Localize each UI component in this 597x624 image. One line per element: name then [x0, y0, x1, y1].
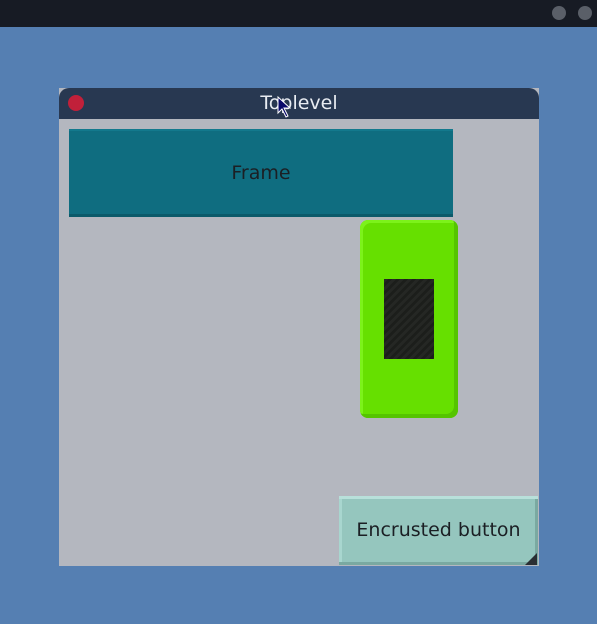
desktop: Toplevel Frame Encrusted button: [0, 0, 597, 624]
status-dot-icon[interactable]: [552, 6, 566, 20]
frame-container: Frame: [69, 129, 453, 217]
resize-grip-icon[interactable]: [525, 553, 537, 565]
frame-label: Frame: [231, 162, 291, 184]
system-topbar: [0, 0, 597, 27]
window-title: Toplevel: [260, 92, 338, 114]
status-dot-icon[interactable]: [578, 6, 592, 20]
dark-inner-box: [384, 279, 434, 359]
encrusted-button-label: Encrusted button: [356, 519, 521, 541]
encrusted-button[interactable]: Encrusted button: [339, 496, 538, 565]
window-titlebar[interactable]: Toplevel: [59, 88, 539, 119]
toplevel-window: Toplevel Frame Encrusted button: [59, 88, 539, 566]
mouse-pointer-icon: [277, 96, 291, 118]
green-panel: [360, 220, 458, 418]
